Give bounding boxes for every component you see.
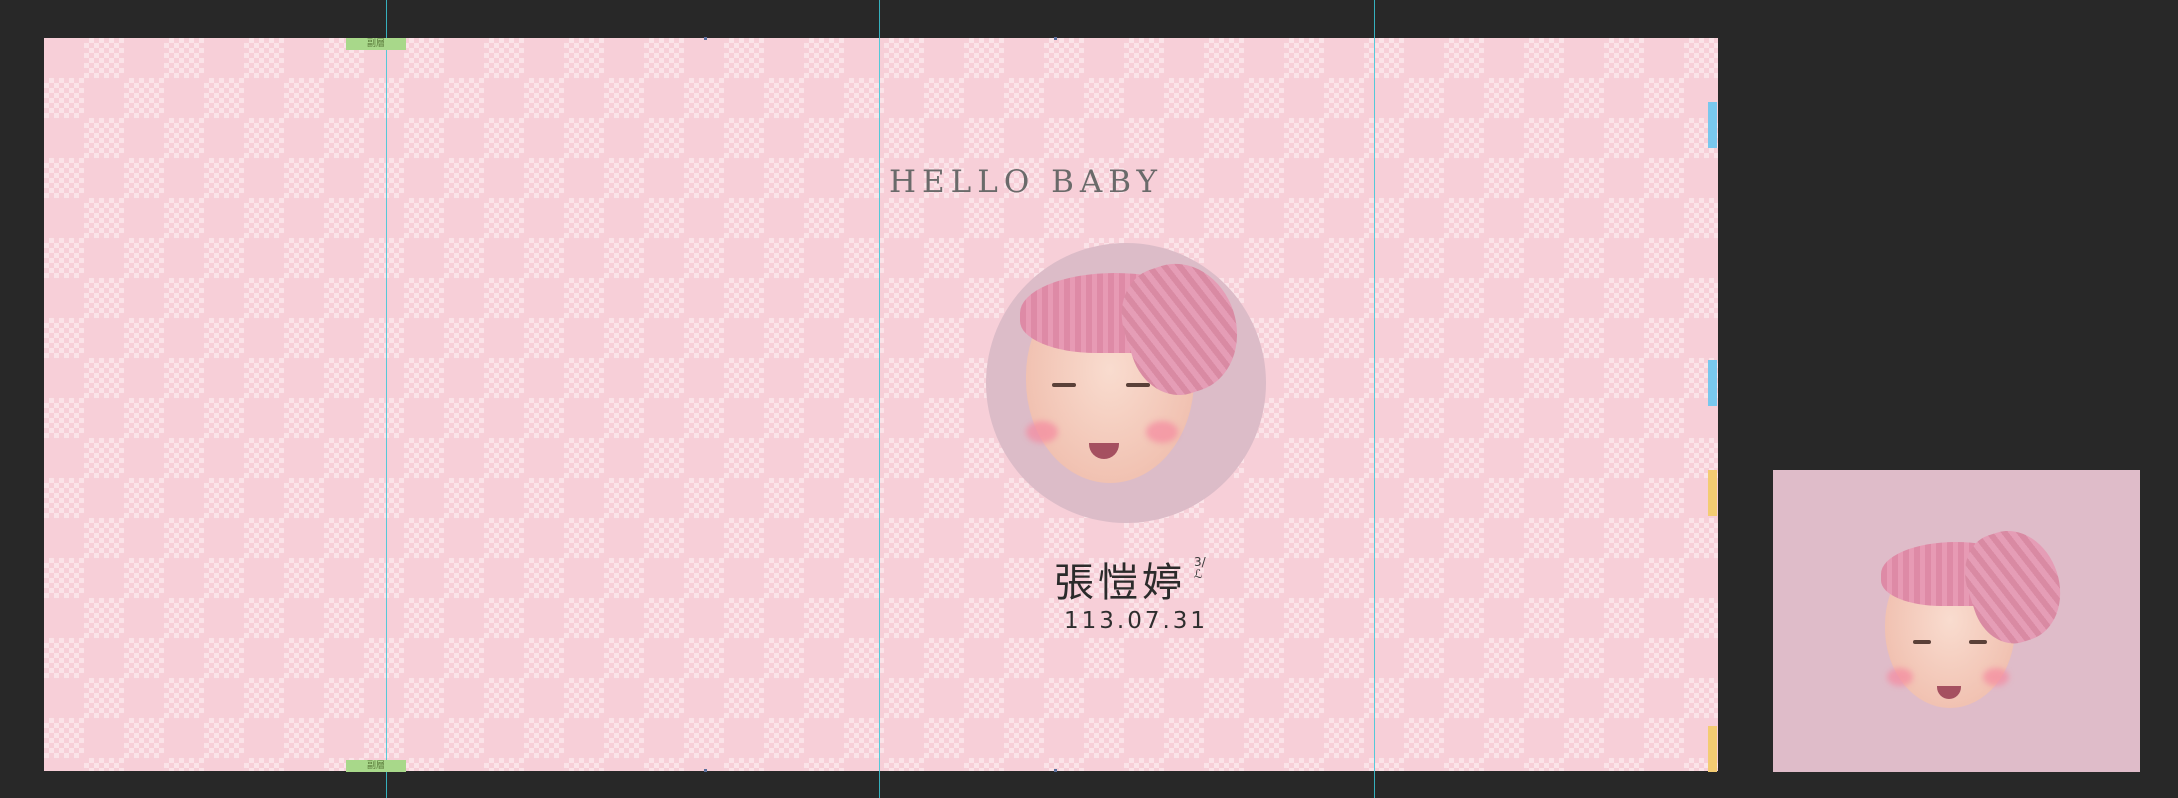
edge-tick [1054, 37, 1057, 40]
yellow-marker-tag[interactable] [1708, 726, 1717, 772]
eye-shape [1913, 640, 1931, 644]
edge-tick [704, 769, 707, 772]
guide-line-3[interactable] [1374, 0, 1375, 798]
eye-shape [1126, 383, 1150, 387]
guide-line-2[interactable] [879, 0, 880, 798]
blue-marker-tag[interactable] [1708, 360, 1717, 406]
eye-shape [1969, 640, 1987, 644]
guide-line-1[interactable] [386, 0, 387, 798]
hello-baby-title: HELLO BABY [889, 164, 1163, 200]
design-workspace: 副層 副層 HELLO BABY 張愷婷 3/ℒ 113.07.31 [0, 0, 2178, 798]
blush-shape [1026, 421, 1058, 443]
name-mark: 3/ℒ [1194, 555, 1206, 581]
layer-tag-bottom[interactable]: 副層 [346, 760, 406, 772]
blush-shape [1983, 668, 2009, 686]
eye-shape [1052, 383, 1076, 387]
blush-shape [1146, 421, 1178, 443]
checker-pattern [44, 38, 1718, 771]
edge-tick [1054, 769, 1057, 772]
layer-tag-top[interactable]: 副層 [346, 38, 406, 50]
yellow-marker-tag[interactable] [1708, 470, 1717, 516]
main-artboard[interactable] [44, 38, 1718, 771]
baby-name: 張愷婷 [1054, 560, 1186, 606]
blush-shape [1887, 668, 1913, 686]
blue-marker-tag[interactable] [1708, 102, 1717, 148]
thumbnail-artboard[interactable] [1773, 470, 2140, 772]
birth-date: 113.07.31 [1064, 608, 1209, 634]
baby-photo[interactable] [986, 243, 1266, 523]
edge-tick [704, 37, 707, 40]
